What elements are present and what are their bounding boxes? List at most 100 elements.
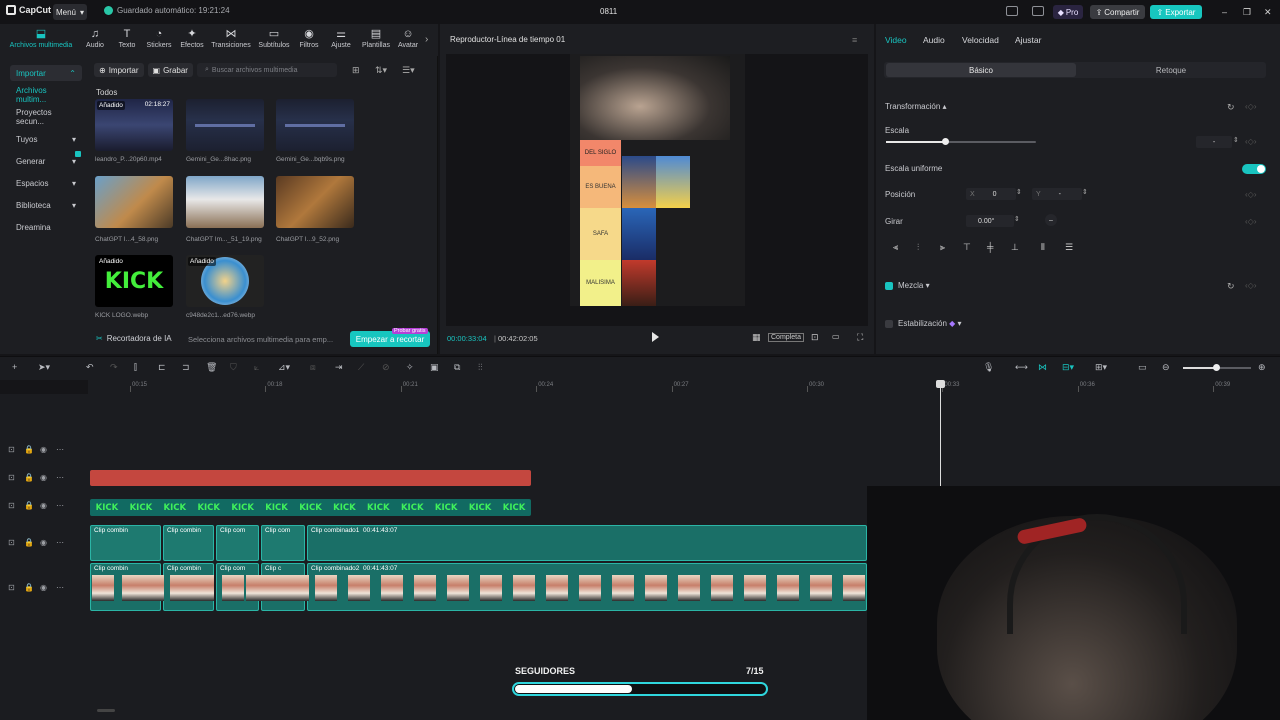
shield-icon[interactable]: ⛉ — [230, 362, 237, 373]
keyframe-icon[interactable]: ‹◇› — [1245, 281, 1256, 290]
redo-icon[interactable]: ↷ — [110, 362, 118, 373]
clip-red[interactable] — [90, 470, 531, 486]
media-item[interactable]: ChatGPT I...9_52.png — [276, 176, 354, 243]
delete-icon[interactable]: 🗑 — [206, 362, 217, 373]
sidebar-item-spaces[interactable]: Espacios ▾ — [10, 175, 82, 191]
blend-header[interactable]: Mezcla ▾ — [898, 281, 930, 290]
split-left-icon[interactable]: ⊏ — [158, 362, 166, 373]
audio-wave-icon[interactable]: ⫶⫶ — [478, 362, 483, 373]
reset-icon[interactable]: ↻ — [1227, 102, 1235, 113]
reset-icon[interactable]: ↻ — [1227, 281, 1235, 292]
media-item[interactable]: ChatGPT I...4_58.png — [95, 176, 173, 243]
track-type-icon[interactable]: ⊡ — [8, 583, 15, 592]
horizontal-scrollbar[interactable] — [97, 709, 115, 712]
track-type-icon[interactable]: ⊡ — [8, 501, 15, 510]
tool-transitions[interactable]: ⋈ Transiciones — [211, 28, 250, 49]
subtab-retouch[interactable]: Retoque — [1076, 63, 1266, 77]
visibility-icon[interactable]: ◉ — [40, 538, 47, 547]
clip-combined[interactable]: Clip combin — [163, 525, 214, 561]
keyframe-icon[interactable]: ‹◇› — [1245, 190, 1256, 199]
pro-button[interactable]: ◆ Pro — [1053, 5, 1083, 19]
stepper-icon[interactable]: ⇕ — [1016, 188, 1022, 196]
crop-tool-icon[interactable]: ⟀ — [254, 362, 259, 373]
align-middle-icon[interactable]: ╪ — [987, 242, 993, 252]
split-right-icon[interactable]: ⊐ — [182, 362, 190, 373]
more-icon[interactable]: ⋯ — [56, 473, 64, 482]
microphone-icon[interactable]: 🎙 — [983, 362, 994, 373]
distribute-h-icon[interactable]: ⫴ — [1041, 242, 1045, 253]
shortcut-icon[interactable] — [1032, 6, 1044, 16]
more-icon[interactable]: ⋯ — [56, 583, 64, 592]
transform-icon[interactable]: ⧉ — [454, 362, 460, 373]
layout-icon[interactable] — [1006, 6, 1018, 16]
align-center-icon[interactable]: ⫶ — [917, 242, 919, 253]
align-bottom-icon[interactable]: ⊥ — [1011, 242, 1019, 253]
sidebar-item-generate[interactable]: Generar ▾ — [10, 153, 82, 169]
align-right-icon[interactable]: ⫸ — [940, 242, 945, 253]
keyframe-icon[interactable]: ‹◇› — [1245, 137, 1256, 146]
align-top-icon[interactable]: ⊤ — [963, 242, 971, 253]
sidebar-item-dreamina[interactable]: Dreamina — [10, 219, 82, 235]
playhead-handle[interactable] — [936, 380, 945, 388]
blend-checkbox[interactable] — [885, 282, 893, 290]
keyframe-icon[interactable]: ‹◇› — [1245, 102, 1256, 111]
mask-icon[interactable]: ⊿▾ — [278, 362, 290, 373]
zoom-slider-knob[interactable] — [1213, 364, 1220, 371]
track-type-icon[interactable]: ⊡ — [8, 538, 15, 547]
filter-icon[interactable]: ☰▾ — [402, 65, 415, 76]
clip-combined[interactable]: Clip combin — [90, 525, 161, 561]
media-item[interactable]: Añadido c948de2c1...ed76.webp — [186, 255, 264, 319]
clip-combined[interactable]: Clip com — [216, 525, 259, 561]
preview-axis-icon[interactable]: ⊞▾ — [1095, 362, 1107, 373]
freeze-icon[interactable]: ⧈ — [310, 362, 316, 373]
lock-icon[interactable]: 🔒 — [24, 473, 34, 482]
link-icon[interactable]: ⟷ — [1015, 362, 1028, 373]
rotate-input[interactable]: 0.00° — [966, 215, 1014, 227]
share-button[interactable]: ⇪ Compartir — [1090, 5, 1145, 19]
undo-icon[interactable]: ↶ — [86, 362, 94, 373]
rotate-tool-icon[interactable]: ⊘ — [382, 362, 390, 373]
grid-view-icon[interactable]: ⊞ — [352, 65, 360, 76]
frame-icon[interactable]: ▣ — [430, 362, 439, 373]
tab-video[interactable]: Video — [885, 35, 907, 45]
sidebar-item-media[interactable]: Archivos multim... — [10, 86, 82, 104]
visibility-icon[interactable]: ◉ — [40, 583, 47, 592]
clip-combined[interactable]: Clip com — [261, 525, 305, 561]
close-icon[interactable]: ✕ — [1264, 7, 1272, 18]
quality-select[interactable]: Completa — [768, 333, 804, 342]
sidebar-item-yours[interactable]: Tuyos ▾ — [10, 131, 82, 147]
more-icon[interactable]: ⋯ — [56, 445, 64, 454]
magnet-icon[interactable]: ⋈ — [1038, 362, 1047, 373]
distribute-v-icon[interactable]: ☰ — [1065, 242, 1073, 253]
stabilize-checkbox[interactable] — [885, 320, 893, 328]
position-x-input[interactable]: X0 — [966, 188, 1016, 200]
zoom-in-icon[interactable]: ⊕ — [1258, 362, 1266, 373]
more-icon[interactable]: ⋯ — [56, 501, 64, 510]
lock-icon[interactable]: 🔒 — [24, 538, 34, 547]
position-y-input[interactable]: Y- — [1032, 188, 1082, 200]
zoom-out-icon[interactable]: ⊖ — [1162, 362, 1170, 373]
magic-icon[interactable]: ✧ — [406, 362, 414, 373]
tool-avatar[interactable]: ☺ Avatar — [389, 28, 427, 49]
lock-icon[interactable]: 🔒 — [24, 501, 34, 510]
clip-kick-logo[interactable]: KICK KICK KICK KICK KICK KICK KICK KICK KICK KICK… — [90, 499, 531, 516]
media-item[interactable]: ChatGPT Im..._51_19.png — [186, 176, 264, 243]
clip-combined[interactable]: Clip combinado1 00:41:43:07 — [307, 525, 867, 561]
stepper-icon[interactable]: ⇕ — [1014, 215, 1020, 223]
media-item[interactable]: Gemini_Ge...8hac.png — [186, 99, 264, 163]
subtab-basic[interactable]: Básico — [886, 63, 1076, 77]
align-left-icon[interactable]: ⫷ — [893, 242, 898, 253]
scale-slider-knob[interactable] — [942, 138, 949, 145]
reverse-icon[interactable]: ⇥ — [335, 362, 343, 373]
sort-icon[interactable]: ⇅▾ — [375, 65, 387, 76]
visibility-icon[interactable]: ◉ — [40, 445, 47, 454]
import-button[interactable]: ⊕ Importar — [94, 63, 144, 77]
chevron-right-icon[interactable]: › — [425, 34, 428, 45]
tab-speed[interactable]: Velocidad — [962, 35, 999, 45]
visibility-icon[interactable]: ◉ — [40, 501, 47, 510]
menu-icon[interactable]: ≡ — [852, 35, 857, 45]
sidebar-item-projects[interactable]: Proyectos secun... — [10, 108, 82, 126]
record-button[interactable]: ▣ Grabar — [147, 63, 193, 77]
menu-button[interactable]: Menú ▾ — [53, 4, 87, 20]
export-button[interactable]: ⇧ Exportar — [1150, 5, 1202, 19]
